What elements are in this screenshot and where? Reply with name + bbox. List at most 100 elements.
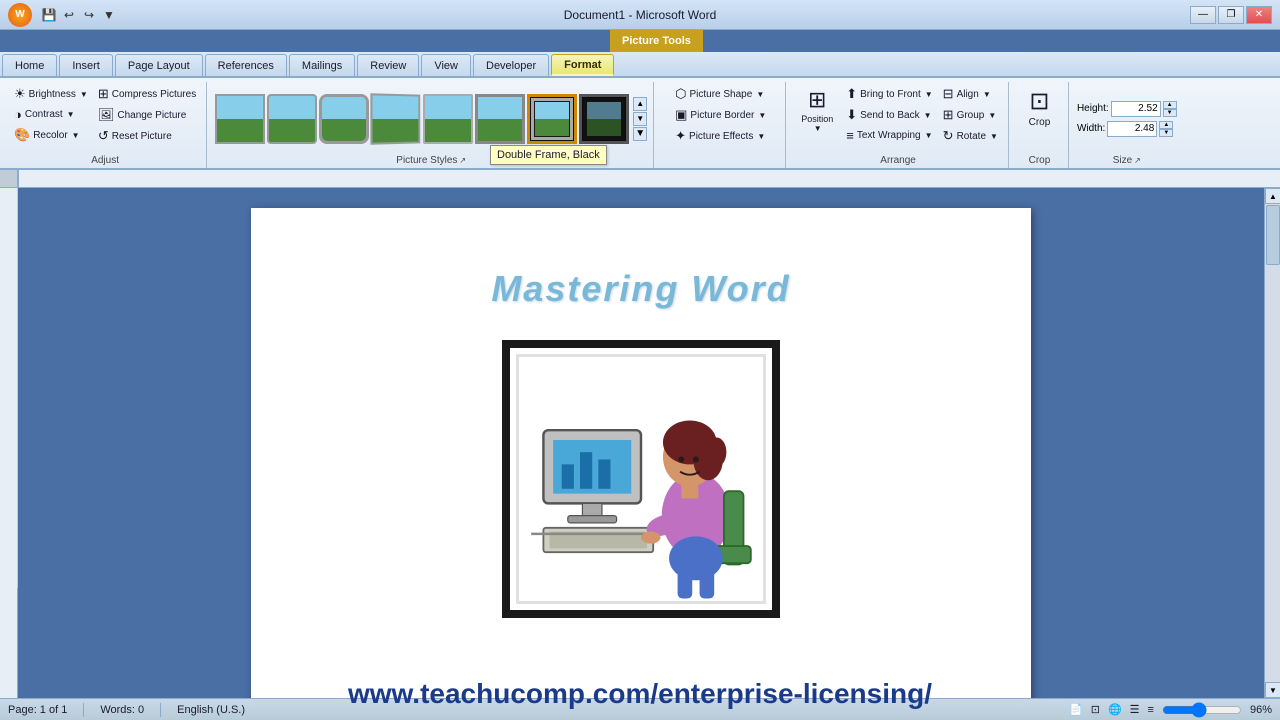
height-spin-up[interactable]: ▲	[1163, 101, 1177, 109]
adjust-label: Adjust	[91, 155, 119, 166]
view-full[interactable]: ⊡	[1091, 703, 1100, 716]
office-button[interactable]: W	[8, 3, 32, 27]
view-outline[interactable]: ☰	[1130, 703, 1140, 716]
context-tab-bar: Picture Tools	[0, 30, 1280, 52]
picture-border-button[interactable]: ▣ Picture Border ▼	[671, 105, 770, 125]
arrange-content: ⊞ Position ▼ ⬆ Bring to Front ▼ ⬇ Send t…	[794, 84, 1002, 153]
picture-shape-icon: ⬡	[675, 86, 686, 102]
rotate-button[interactable]: ↻ Rotate ▼	[939, 126, 1002, 146]
scroll-down-arrow[interactable]: ▼	[1265, 682, 1280, 698]
page-status: Page: 1 of 1	[8, 704, 67, 716]
style-thumb-7[interactable]	[527, 94, 577, 144]
style-thumb-8[interactable]	[579, 94, 629, 144]
picture-styles-label: Picture Styles ↗	[396, 155, 466, 166]
text-wrapping-button[interactable]: ≡ Text Wrapping ▼	[842, 126, 936, 145]
style-thumb-5[interactable]	[423, 94, 473, 144]
scroll-track[interactable]	[1265, 204, 1280, 682]
style-thumb-6[interactable]	[475, 94, 525, 144]
minimize-button[interactable]: —	[1190, 6, 1216, 24]
height-input[interactable]	[1111, 101, 1161, 117]
tab-developer[interactable]: Developer	[473, 54, 549, 76]
tab-mailings[interactable]: Mailings	[289, 54, 355, 76]
picture-styles-expand[interactable]: ↗	[459, 156, 466, 165]
align-button[interactable]: ⊟ Align ▼	[939, 84, 1002, 104]
brightness-icon: ☀	[14, 86, 26, 102]
bring-front-button[interactable]: ⬆ Bring to Front ▼	[842, 84, 936, 104]
redo-button[interactable]: ↪	[80, 6, 98, 24]
change-picture-icon: 🖼	[98, 107, 115, 123]
scroll-container[interactable]: Mastering Word	[18, 188, 1264, 698]
position-dropdown-arrow: ▼	[814, 124, 822, 133]
scroll-thumb[interactable]	[1266, 205, 1280, 265]
tab-home[interactable]: Home	[2, 54, 57, 76]
brightness-button[interactable]: ☀ Brightness ▼	[10, 84, 92, 104]
style-thumb-4[interactable]	[371, 93, 421, 144]
picture-frame[interactable]	[502, 340, 780, 618]
text-wrapping-icon: ≡	[846, 128, 854, 143]
picture-tools-label: Picture Tools	[622, 35, 691, 47]
tab-review[interactable]: Review	[357, 54, 419, 76]
zoom-slider[interactable]	[1162, 705, 1242, 715]
crop-button[interactable]: ⊡ Crop	[1017, 84, 1062, 131]
rotate-icon: ↻	[943, 128, 954, 144]
picture-effects-arrow: ▼	[757, 132, 765, 141]
width-input[interactable]	[1107, 121, 1157, 137]
size-expand[interactable]: ↗	[1134, 156, 1141, 165]
style-thumb-3[interactable]	[319, 94, 369, 144]
change-picture-button[interactable]: 🖼 Change Picture	[94, 105, 200, 125]
picture-effects-button[interactable]: ✦ Picture Effects ▼	[671, 126, 770, 146]
status-sep-1	[83, 703, 84, 717]
scroll-up-arrow[interactable]: ▲	[1265, 188, 1280, 204]
tab-insert[interactable]: Insert	[59, 54, 113, 76]
save-button[interactable]: 💾	[40, 6, 58, 24]
style-thumb-2[interactable]	[267, 94, 317, 144]
tab-pagelayout[interactable]: Page Layout	[115, 54, 203, 76]
style-scroll-more[interactable]: ▼	[633, 127, 647, 141]
compress-pictures-button[interactable]: ⊞ Compress Pictures	[94, 84, 200, 104]
restore-button[interactable]: ❐	[1218, 6, 1244, 24]
view-draft[interactable]: ≡	[1148, 704, 1154, 716]
contrast-button[interactable]: ◑ Contrast ▼	[10, 105, 92, 124]
picture-shape-button[interactable]: ⬡ Picture Shape ▼	[671, 84, 770, 104]
options-content: ⬡ Picture Shape ▼ ▣ Picture Border ▼ ✦ P…	[671, 84, 770, 164]
view-normal[interactable]: 📄	[1069, 703, 1083, 716]
document-title: Mastering Word	[321, 268, 961, 310]
reset-picture-button[interactable]: ↺ Reset Picture	[94, 126, 200, 146]
tab-view[interactable]: View	[421, 54, 471, 76]
send-back-button[interactable]: ⬇ Send to Back ▼	[842, 105, 936, 125]
status-sep-2	[160, 703, 161, 717]
style-scroll-buttons: ▲ ▼ ▼	[633, 97, 647, 141]
quick-access-toolbar: 💾 ↩ ↪ ▼	[40, 6, 118, 24]
window-controls: — ❐ ✕	[1190, 6, 1272, 24]
image-container[interactable]	[321, 340, 961, 618]
style-scroll-up[interactable]: ▲	[633, 97, 647, 111]
width-spin-down[interactable]: ▼	[1159, 129, 1173, 137]
width-spin-up[interactable]: ▲	[1159, 121, 1173, 129]
view-web[interactable]: 🌐	[1108, 703, 1122, 716]
rotate-arrow: ▼	[990, 132, 998, 141]
send-back-icon: ⬇	[846, 107, 857, 123]
tooltip-double-frame: Double Frame, Black	[490, 145, 607, 165]
close-button[interactable]: ✕	[1246, 6, 1272, 24]
height-spin-down[interactable]: ▼	[1163, 109, 1177, 117]
position-button[interactable]: ⊞ Position ▼	[794, 84, 840, 136]
tab-format[interactable]: Format	[551, 54, 614, 76]
height-label: Height:	[1077, 103, 1109, 114]
align-arrow: ▼	[983, 90, 991, 99]
adjust-col1: ☀ Brightness ▼ ◑ Contrast ▼ 🎨 Recolor ▼	[10, 84, 92, 145]
style-thumb-1[interactable]	[215, 94, 265, 144]
picture-inner[interactable]	[516, 354, 766, 604]
crop-content: ⊡ Crop	[1017, 84, 1062, 153]
style-scroll-down[interactable]: ▼	[633, 112, 647, 126]
tab-references[interactable]: References	[205, 54, 287, 76]
ribbon-group-arrange: ⊞ Position ▼ ⬆ Bring to Front ▼ ⬇ Send t…	[788, 82, 1009, 168]
group-button[interactable]: ⊞ Group ▼	[939, 105, 1002, 125]
undo-button[interactable]: ↩	[60, 6, 78, 24]
vertical-scrollbar[interactable]: ▲ ▼	[1264, 188, 1280, 698]
customize-button[interactable]: ▼	[100, 6, 118, 24]
ruler-area	[0, 170, 1280, 188]
recolor-button[interactable]: 🎨 Recolor ▼	[10, 125, 92, 145]
reset-icon: ↺	[98, 128, 109, 144]
size-label: Size ↗	[1113, 155, 1141, 166]
styles-content: ▲ ▼ ▼	[215, 84, 647, 153]
